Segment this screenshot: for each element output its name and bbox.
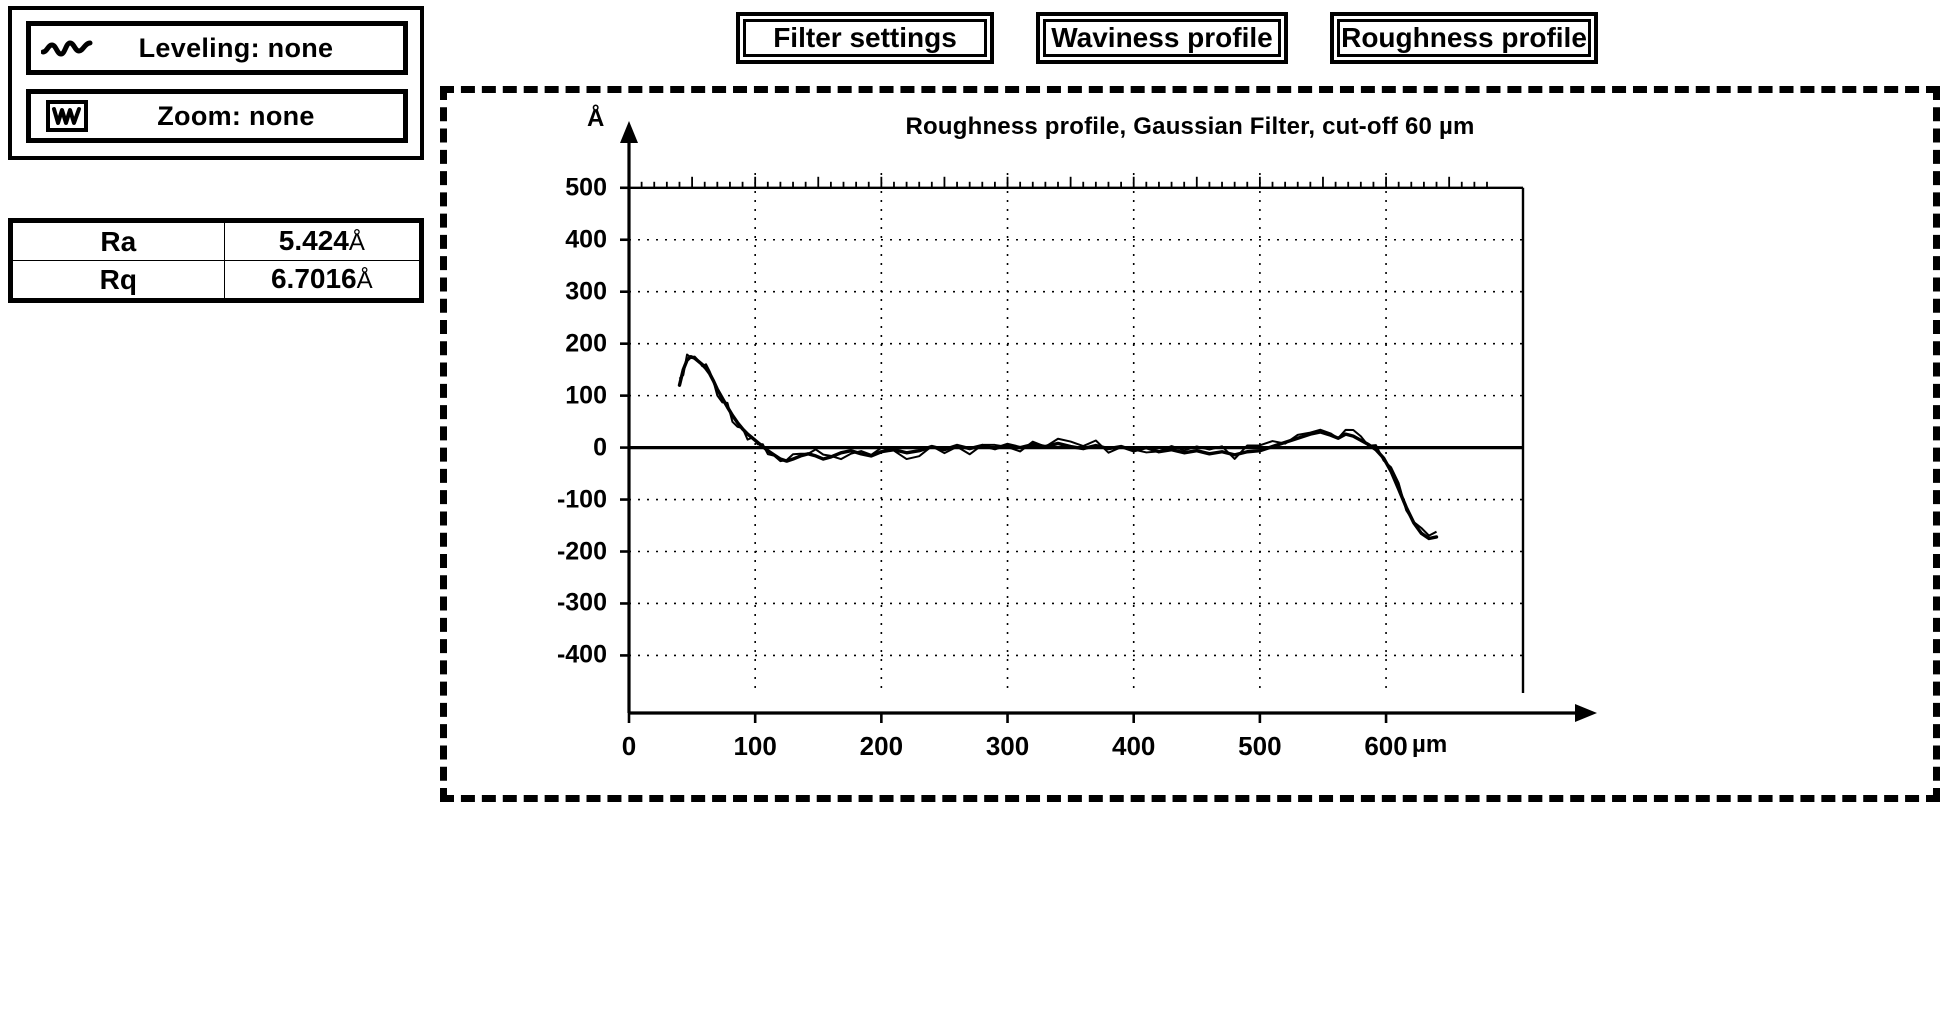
x-tick-label: 300 bbox=[985, 731, 1030, 761]
toolbar: Filter settings Waviness profile Roughne… bbox=[736, 12, 1598, 64]
x-axis-unit-label: µm bbox=[1412, 731, 1448, 758]
y-tick-label: -100 bbox=[556, 485, 607, 514]
stat-value-ra: 5.424Å bbox=[223, 222, 421, 261]
table-row: Rq 6.7016Å bbox=[12, 260, 421, 299]
filter-settings-button[interactable]: Filter settings bbox=[736, 12, 994, 64]
zoom-waveform-icon bbox=[31, 99, 103, 133]
waviness-profile-button-label: Waviness profile bbox=[1043, 19, 1281, 57]
table-row: Ra 5.424Å bbox=[12, 222, 421, 261]
roughness-stats-table: Ra 5.424Å Rq 6.7016Å bbox=[8, 218, 424, 303]
leveling-button-label: Leveling: none bbox=[138, 32, 334, 63]
stat-name-rq: Rq bbox=[12, 260, 225, 299]
filter-settings-button-label: Filter settings bbox=[743, 19, 987, 57]
leveling-button[interactable]: Leveling: none bbox=[26, 21, 408, 75]
stat-value-ra-number: 5.424 bbox=[278, 225, 349, 256]
wavy-line-icon bbox=[31, 35, 103, 61]
roughness-profile-button[interactable]: Roughness profile bbox=[1330, 12, 1598, 64]
zoom-button-label: Zoom: none bbox=[157, 100, 315, 131]
stat-unit-ra: Å bbox=[348, 229, 365, 256]
chart-svg bbox=[620, 121, 1597, 723]
y-tick-label: 0 bbox=[593, 433, 607, 462]
waviness-profile-button[interactable]: Waviness profile bbox=[1036, 12, 1288, 64]
stat-value-rq: 6.7016Å bbox=[223, 260, 421, 299]
x-tick-label: 400 bbox=[1112, 731, 1156, 761]
x-axis-arrowhead bbox=[1575, 704, 1597, 722]
stat-value-rq-number: 6.7016 bbox=[270, 263, 357, 294]
y-tick-label: -300 bbox=[556, 588, 607, 617]
stat-name-ra: Ra bbox=[12, 222, 225, 261]
stat-unit-rq: Å bbox=[356, 267, 373, 294]
y-tick-label: -400 bbox=[556, 640, 607, 669]
x-tick-label: 600 bbox=[1364, 731, 1408, 761]
zoom-button[interactable]: Zoom: none bbox=[26, 89, 408, 143]
y-axis-unit-label: Å bbox=[587, 105, 605, 132]
roughness-profile-button-label: Roughness profile bbox=[1337, 19, 1591, 57]
x-tick-label: 100 bbox=[733, 731, 777, 761]
y-tick-label: 100 bbox=[565, 381, 607, 410]
y-tick-label: -200 bbox=[556, 537, 607, 565]
chart-panel: Roughness profile, Gaussian Filter, cut-… bbox=[440, 86, 1940, 802]
y-tick-label: 500 bbox=[565, 173, 607, 202]
y-tick-label: 200 bbox=[565, 329, 607, 358]
y-tick-label: 300 bbox=[565, 277, 607, 306]
left-tool-panel: Leveling: none Zoom: none bbox=[8, 6, 424, 160]
y-tick-label: 400 bbox=[565, 225, 607, 254]
roughness-profile-plot: 500 400 300 200 100 0 -100 -200 -300 -400 0 100 200 3… bbox=[557, 105, 1597, 761]
x-tick-label: 200 bbox=[859, 731, 904, 761]
x-tick-label: 0 bbox=[621, 731, 637, 761]
x-tick-label: 500 bbox=[1238, 731, 1282, 761]
chart-title: Roughness profile, Gaussian Filter, cut-… bbox=[905, 113, 1475, 140]
